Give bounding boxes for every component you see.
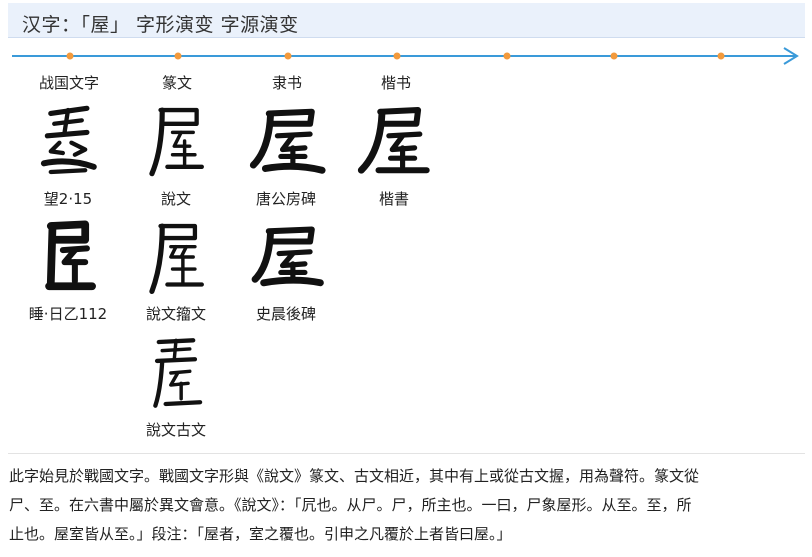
- timeline-dot: [610, 52, 618, 60]
- glyph-caption: 說文: [160, 190, 191, 208]
- guwen-wu-glyph-icon: [126, 328, 226, 418]
- stage-label-warring-states: 战国文字: [38, 74, 99, 92]
- etymology-description: 此字始見於戰國文字。戰國文字形與《說文》篆文、古文相近，其中有上或從古文握，用為…: [9, 462, 805, 549]
- stage-label-seal: 篆文: [161, 74, 192, 92]
- glyph-caption: 望2·15: [43, 190, 93, 208]
- header-bar: 汉字：「屋」 字形演变 字源演变: [8, 3, 805, 38]
- qin-bamboo-wu-glyph-icon: [18, 212, 118, 302]
- timeline-dot: [393, 52, 401, 60]
- clerical-stele-wu-glyph-icon: [236, 212, 336, 302]
- seal-wu-glyph-icon: [126, 96, 226, 186]
- timeline-dot: [174, 52, 182, 60]
- page-title: 汉字：「屋」 字形演变 字源演变: [22, 14, 299, 36]
- glyph-caption: 說文古文: [145, 421, 206, 439]
- warring-states-wu-glyph-icon: [18, 96, 118, 186]
- glyph-caption: 說文籀文: [145, 305, 206, 323]
- section-divider: [8, 453, 805, 454]
- description-line: 止也。屋室皆从至。」段注：「屋者，室之覆也。引申之凡覆於上者皆曰屋。」: [9, 525, 512, 543]
- timeline-dot: [503, 52, 511, 60]
- stage-label-regular: 楷书: [380, 74, 411, 92]
- stage-label-clerical: 隶书: [271, 74, 302, 92]
- zhouwen-wu-glyph-icon: [126, 212, 226, 302]
- timeline-dot: [66, 52, 74, 60]
- clerical-wu-glyph-icon: [236, 96, 336, 186]
- glyph-caption: 唐公房碑: [255, 190, 316, 208]
- glyph-caption: 史晨後碑: [255, 305, 316, 323]
- timeline-dot: [284, 52, 292, 60]
- timeline: [12, 47, 799, 65]
- glyph-caption: 楷書: [378, 190, 409, 208]
- timeline-dot: [717, 52, 725, 60]
- description-line: 此字始見於戰國文字。戰國文字形與《說文》篆文、古文相近，其中有上或從古文握，用為…: [9, 467, 700, 485]
- glyph-caption: 睡·日乙112: [28, 305, 108, 323]
- regular-wu-glyph-icon: [344, 96, 444, 186]
- description-line: 尸、至。在六書中屬於異文會意。《說文》：「凥也。从尸。尸，所主也。一曰，尸象屋形…: [9, 496, 692, 514]
